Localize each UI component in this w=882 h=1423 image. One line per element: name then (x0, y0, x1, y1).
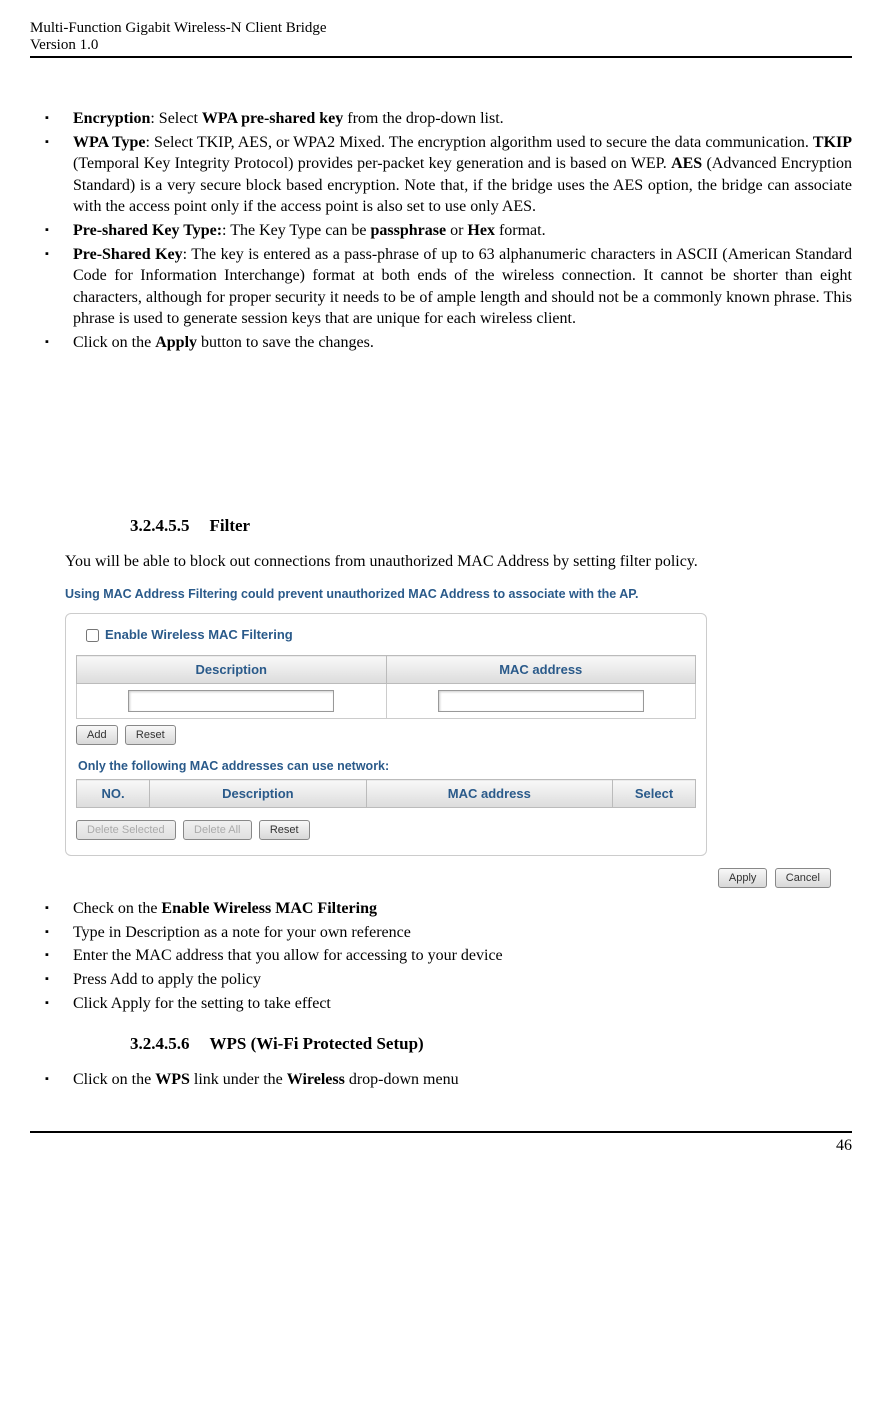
delete-all-button[interactable]: Delete All (183, 820, 251, 840)
filter-steps-list: Check on the Enable Wireless MAC Filteri… (30, 898, 852, 1014)
allowed-mac-table: NO. Description MAC address Select (76, 779, 696, 808)
th-description: Description (77, 656, 387, 684)
th-no: NO. (77, 780, 150, 808)
mac-filter-screenshot: Using MAC Address Filtering could preven… (65, 587, 852, 888)
cancel-button[interactable]: Cancel (775, 868, 831, 888)
add-button[interactable]: Add (76, 725, 118, 745)
list-item: Check on the Enable Wireless MAC Filteri… (45, 898, 852, 920)
add-mac-table: Description MAC address (76, 655, 696, 719)
screenshot-caption: Using MAC Address Filtering could preven… (65, 587, 852, 601)
section-heading-filter: 3.2.4.5.5Filter (130, 516, 852, 536)
delete-button-row: Delete Selected Delete All Reset (76, 820, 696, 840)
description-input[interactable] (128, 690, 334, 712)
th-mac: MAC address (386, 656, 696, 684)
apply-button[interactable]: Apply (718, 868, 768, 888)
wps-steps-list: Click on the WPS link under the Wireless… (30, 1069, 852, 1091)
reset-button-2[interactable]: Reset (259, 820, 310, 840)
list-item: Click on the WPS link under the Wireless… (45, 1069, 852, 1091)
list-item: Enter the MAC address that you allow for… (45, 945, 852, 967)
filter-description: You will be able to block out connection… (65, 551, 852, 573)
filter-panel: Enable Wireless MAC Filtering Descriptio… (65, 613, 707, 856)
list-item: Type in Description as a note for your o… (45, 922, 852, 944)
list-item: Click Apply for the setting to take effe… (45, 993, 852, 1015)
reset-button[interactable]: Reset (125, 725, 176, 745)
delete-selected-button[interactable]: Delete Selected (76, 820, 176, 840)
enable-filtering-checkbox[interactable] (86, 629, 99, 642)
th-mac-2: MAC address (366, 780, 612, 808)
page-header: Multi-Function Gigabit Wireless-N Client… (30, 20, 852, 58)
th-description-2: Description (150, 780, 367, 808)
add-button-row: Add Reset (76, 725, 696, 745)
header-title: Multi-Function Gigabit Wireless-N Client… (30, 20, 852, 37)
section-heading-wps: 3.2.4.5.6WPS (Wi-Fi Protected Setup) (130, 1034, 852, 1054)
page-footer: 46 (30, 1131, 852, 1155)
th-select: Select (613, 780, 696, 808)
list-item: Press Add to apply the policy (45, 969, 852, 991)
list-item: Click on the Apply button to save the ch… (45, 332, 852, 354)
list-item: Encryption: Select WPA pre-shared key fr… (45, 108, 852, 130)
enable-filtering-row: Enable Wireless MAC Filtering (76, 622, 696, 649)
list-item: WPA Type: Select TKIP, AES, or WPA2 Mixe… (45, 132, 852, 218)
encryption-settings-list: Encryption: Select WPA pre-shared key fr… (30, 108, 852, 354)
list-item: Pre-shared Key Type:: The Key Type can b… (45, 220, 852, 242)
header-version: Version 1.0 (30, 37, 852, 54)
table-row (77, 684, 696, 719)
page-number: 46 (836, 1137, 852, 1154)
apply-cancel-row: Apply Cancel (65, 868, 839, 888)
list-item: Pre-Shared Key: The key is entered as a … (45, 244, 852, 330)
mac-address-input[interactable] (438, 690, 644, 712)
allowed-list-caption: Only the following MAC addresses can use… (78, 759, 696, 773)
